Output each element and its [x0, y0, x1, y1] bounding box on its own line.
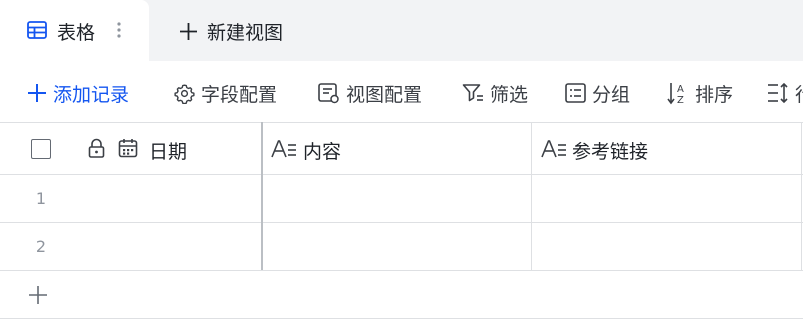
view-config-label: 视图配置 [346, 83, 423, 106]
add-record-label: 添加记录 [53, 83, 130, 106]
calendar-icon [118, 139, 138, 158]
table-cell[interactable] [263, 223, 531, 270]
gear-icon [174, 83, 195, 104]
column-name: 参考链接 [572, 141, 649, 163]
plus-icon [28, 84, 46, 102]
table-cell[interactable] [263, 175, 531, 222]
column-header-reference-link[interactable]: 参考链接 [532, 123, 801, 174]
column-header-date[interactable]: 日期 [80, 123, 261, 174]
filter-button[interactable]: 筛选 [462, 80, 528, 106]
select-all-checkbox[interactable] [31, 139, 51, 159]
add-record-button[interactable]: 添加记录 [27, 80, 129, 106]
svg-text:A: A [677, 84, 684, 95]
sort-label: 排序 [695, 83, 734, 106]
add-row-button[interactable] [0, 271, 803, 318]
table-row[interactable]: 2 [0, 223, 261, 270]
plus-icon [180, 23, 197, 40]
data-grid: 日期 内容 参考链接 1 2 [0, 122, 803, 327]
text-field-icon [541, 140, 566, 158]
group-icon [565, 83, 586, 103]
row-height-label: 行 [795, 80, 803, 107]
column-header-content[interactable]: 内容 [263, 123, 531, 174]
column-name: 内容 [303, 141, 342, 163]
tab-table-view[interactable]: 表格 [0, 0, 149, 61]
group-label: 分组 [592, 83, 631, 106]
table-cell[interactable] [532, 175, 801, 222]
new-view-label: 新建视图 [207, 22, 284, 44]
row-number: 2 [35, 237, 47, 256]
new-view-button[interactable]: 新建视图 [179, 18, 283, 45]
field-config-button[interactable]: 字段配置 [174, 80, 277, 106]
view-settings-icon [318, 82, 339, 103]
table-grid-icon [27, 21, 47, 39]
lock-icon [88, 138, 105, 158]
more-vertical-icon[interactable] [113, 20, 125, 40]
row-height-icon [768, 82, 788, 104]
filter-icon [462, 83, 483, 101]
view-config-button[interactable]: 视图配置 [318, 80, 422, 106]
tab-label: 表格 [57, 22, 96, 44]
plus-icon [29, 286, 47, 304]
text-field-icon [271, 140, 296, 158]
sort-button[interactable]: A Z 排序 [667, 80, 733, 106]
group-button[interactable]: 分组 [565, 80, 630, 106]
grid-line [0, 318, 803, 319]
svg-text:Z: Z [677, 95, 684, 105]
grid-line [801, 122, 802, 270]
column-name: 日期 [149, 141, 188, 163]
table-cell[interactable] [532, 223, 801, 270]
table-row[interactable]: 1 [0, 175, 261, 222]
sort-az-icon: A Z [667, 83, 684, 105]
row-height-button[interactable]: 行 [767, 80, 803, 106]
filter-label: 筛选 [490, 83, 529, 106]
row-number: 1 [35, 189, 47, 208]
field-config-label: 字段配置 [201, 83, 278, 106]
toolbar: 添加记录 字段配置 视图配置 筛选 分组 A Z 排序 [0, 61, 803, 122]
view-tab-bar: 表格 新建视图 [0, 0, 803, 61]
